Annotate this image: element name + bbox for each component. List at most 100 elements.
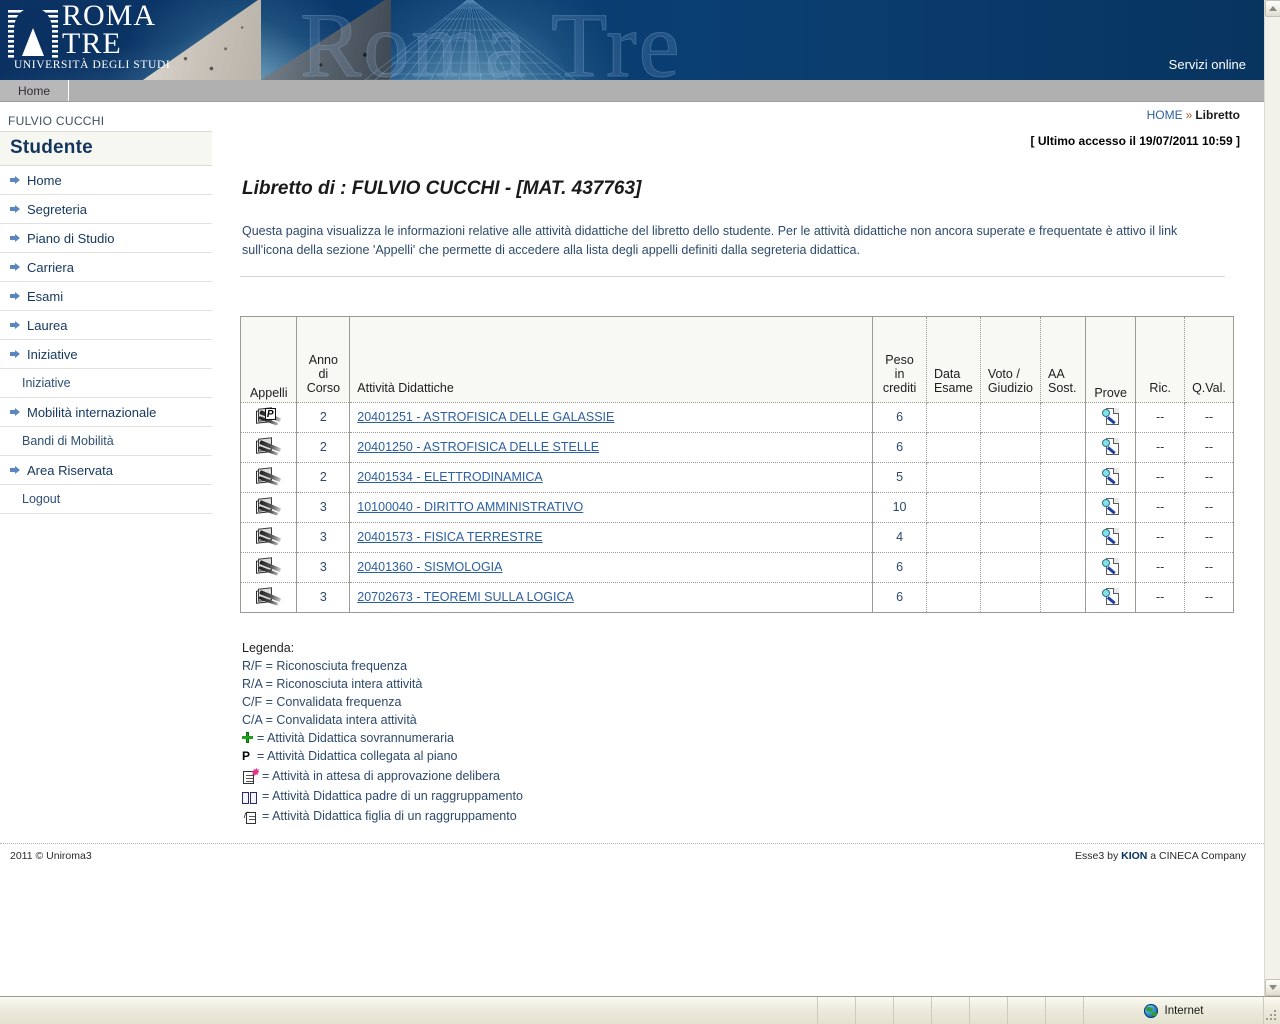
cell-data-esame — [926, 432, 981, 463]
cell-ric: -- — [1135, 432, 1185, 463]
cell-anno-di-corso: 2 — [296, 462, 351, 493]
scroll-up-button[interactable] — [1265, 0, 1280, 17]
prove-search-icon[interactable] — [1101, 407, 1121, 427]
cell-appelli[interactable] — [240, 522, 298, 553]
cell-qval-value: -- — [1204, 590, 1214, 604]
sidebar-item-home[interactable]: Home — [0, 166, 212, 195]
sidebar-item-mobilita-internazionale[interactable]: Mobilità internazionale — [0, 398, 212, 427]
security-zone-indicator[interactable]: Internet — [1084, 997, 1264, 1024]
cell-appelli[interactable] — [240, 462, 298, 493]
attivita-didattica-link[interactable]: 20401534 - ELETTRODINAMICA — [357, 470, 543, 484]
attivita-didattica-link[interactable]: 20401250 - ASTROFISICA DELLE STELLE — [357, 440, 599, 454]
cell-prove[interactable] — [1085, 552, 1137, 583]
sidebar-item-laurea[interactable]: Laurea — [0, 311, 212, 340]
appelli-icon[interactable] — [255, 497, 283, 517]
cell-appelli[interactable] — [240, 552, 298, 583]
appelli-icon[interactable] — [255, 527, 283, 547]
appelli-icon[interactable] — [255, 587, 283, 607]
cell-qval: -- — [1184, 432, 1234, 463]
attivita-didattica-link[interactable]: 20401360 - SISMOLOGIA — [357, 560, 502, 574]
cell-aa-sost — [1040, 522, 1086, 553]
breadcrumb-separator: » — [1185, 108, 1193, 122]
prove-search-icon[interactable] — [1101, 557, 1121, 577]
cell-prove[interactable] — [1085, 492, 1137, 523]
cell-appelli[interactable] — [240, 582, 298, 612]
top-menu-bar: Home — [0, 80, 1264, 102]
appelli-icon[interactable] — [255, 557, 283, 577]
attivita-didattica-link[interactable]: 20702673 - TEOREMI SULLA LOGICA — [357, 590, 574, 604]
sidebar-item-area-riservata[interactable]: Area Riservata — [0, 456, 212, 485]
cell-prove[interactable] — [1085, 402, 1137, 433]
table-row: P 2 20401251 - ASTROFISICA DELLE GALASSIE 6… — [240, 402, 1234, 433]
status-message-area — [0, 997, 818, 1024]
cell-data-esame — [926, 582, 981, 612]
sidebar-item-piano-di-studio[interactable]: Piano di Studio — [0, 224, 212, 253]
cell-appelli[interactable]: P — [240, 402, 298, 433]
cell-prove[interactable] — [1085, 582, 1137, 612]
cell-peso-in-crediti: 6 — [872, 582, 927, 612]
cell-ric: -- — [1135, 582, 1185, 612]
cell-appelli[interactable] — [240, 432, 298, 463]
roma-tre-arch-icon — [8, 8, 58, 60]
sidebar-subitem-logout[interactable]: Logout — [0, 485, 212, 514]
cell-qval-value: -- — [1204, 470, 1214, 484]
cell-prove[interactable] — [1085, 462, 1137, 493]
footer-credit-suffix: a CINECA Company — [1147, 849, 1246, 862]
col-header-aa-sost: AA Sost. — [1040, 316, 1086, 403]
appelli-piano-icon[interactable]: P — [255, 407, 283, 427]
attivita-didattica-link[interactable]: 20401573 - FISICA TERRESTRE — [357, 530, 542, 544]
internet-globe-icon — [1143, 1003, 1158, 1018]
sidebar-subitem-iniziative[interactable]: Iniziative — [0, 369, 212, 398]
cell-anno-di-corso: 2 — [296, 402, 351, 433]
sidebar-item-esami[interactable]: Esami — [0, 282, 212, 311]
sidebar-item-segreteria[interactable]: Segreteria — [0, 195, 212, 224]
cell-data-esame — [926, 462, 981, 493]
browser-status-bar: Internet 100% — [0, 996, 1280, 1024]
prove-search-icon[interactable] — [1101, 527, 1121, 547]
resize-grip[interactable] — [1264, 1008, 1278, 1022]
prove-search-icon[interactable] — [1101, 497, 1121, 517]
sidebar-item-label: Iniziative — [22, 376, 71, 390]
cell-prove[interactable] — [1085, 522, 1137, 553]
vertical-scrollbar[interactable] — [1264, 0, 1280, 996]
breadcrumb-home-link[interactable]: HOME — [1147, 108, 1183, 122]
cell-peso-in-crediti: 4 — [872, 522, 927, 553]
prove-search-icon[interactable] — [1101, 587, 1121, 607]
cell-voto-giudizio — [980, 582, 1041, 612]
cell-data-esame — [926, 492, 981, 523]
cell-prove[interactable] — [1085, 432, 1137, 463]
sidebar-subitem-bandi-di-mobilita[interactable]: Bandi di Mobilità — [0, 427, 212, 456]
sidebar-item-carriera[interactable]: Carriera — [0, 253, 212, 282]
prove-search-icon[interactable] — [1101, 437, 1121, 457]
roma-tre-logo[interactable]: ROMA TRE UNIVERSITÀ DEGLI STUDI — [8, 1, 170, 74]
appelli-icon[interactable] — [255, 467, 283, 487]
cell-ric: -- — [1135, 552, 1185, 583]
sidebar-item-label: Mobilità internazionale — [27, 404, 157, 420]
attivita-didattica-link[interactable]: 20401251 - ASTROFISICA DELLE GALASSIE — [357, 410, 614, 424]
table-header-row: Appelli Anno di Corso Attività Didattich… — [240, 316, 1234, 403]
legend-text-row: R/A = Riconosciuta intera attività — [242, 675, 1240, 693]
cell-appelli[interactable] — [240, 492, 298, 523]
appelli-icon[interactable] — [255, 437, 283, 457]
legend-text: C/F = Convalidata frequenza — [242, 694, 402, 709]
cell-ric-value: -- — [1156, 440, 1165, 454]
prove-search-icon[interactable] — [1101, 467, 1121, 487]
sidebar-item-iniziative[interactable]: Iniziative — [0, 340, 212, 369]
document-child-icon: ↱ — [242, 810, 258, 825]
legend-icon-row: ↱ = Attività Didattica figlia di un ragg… — [242, 805, 1240, 825]
cell-voto-giudizio — [980, 462, 1041, 493]
content-wrapper: FULVIO CUCCHI Studente Home Segreteria P… — [0, 102, 1264, 825]
cell-voto-giudizio — [980, 492, 1041, 523]
cell-data-esame — [926, 552, 981, 583]
cell-data-esame — [926, 402, 981, 433]
menu-tab-home[interactable]: Home — [0, 80, 70, 101]
status-segment — [818, 997, 856, 1024]
legend: Legenda: R/F = Riconosciuta frequenza R/… — [240, 639, 1240, 825]
cell-anno-di-corso: 3 — [296, 552, 351, 583]
col-header-prove: Prove — [1085, 316, 1137, 403]
legend-icon-row: = Attività in attesa di approvazione del… — [242, 764, 1240, 785]
servizi-online-link[interactable]: Servizi online — [1169, 57, 1246, 72]
cell-anno-di-corso: 3 — [296, 492, 351, 523]
scroll-down-button[interactable] — [1265, 979, 1280, 996]
attivita-didattica-link[interactable]: 10100040 - DIRITTO AMMINISTRATIVO — [357, 500, 583, 514]
